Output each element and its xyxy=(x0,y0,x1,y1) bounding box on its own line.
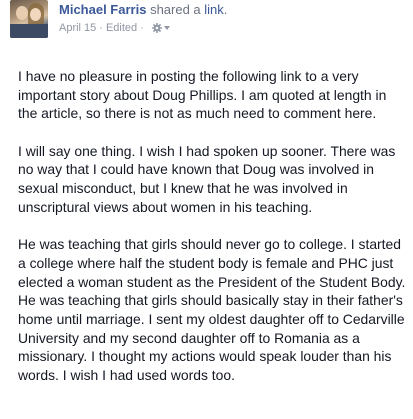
action-text-prefix: shared a xyxy=(150,2,201,17)
avatar-photo-detail xyxy=(30,8,41,21)
shared-link[interactable]: link xyxy=(204,2,224,17)
post-date-link[interactable]: April 15 xyxy=(59,21,96,35)
shared-link-post: Michael Farris shared a link. April 15 ·… xyxy=(0,0,413,419)
meta-separator: · xyxy=(99,22,103,34)
meta-separator: · xyxy=(140,22,144,34)
post-paragraph: He was teaching that girls should never … xyxy=(18,236,406,384)
caret-down-icon[interactable] xyxy=(163,26,170,30)
avatar[interactable] xyxy=(10,0,48,38)
post-paragraph: I will say one thing. I wish I had spoke… xyxy=(18,142,396,215)
post-message: I have no pleasure in posting the follow… xyxy=(18,67,408,403)
author-name-link[interactable]: Michael Farris xyxy=(59,2,146,17)
post-header: Michael Farris shared a link. xyxy=(59,1,227,18)
action-text-suffix: . xyxy=(223,2,228,17)
avatar-photo-detail xyxy=(10,24,48,38)
post-meta: April 15 · Edited · xyxy=(59,21,170,35)
edited-link[interactable]: Edited xyxy=(106,21,137,35)
avatar-photo-detail xyxy=(16,6,28,20)
gear-icon[interactable] xyxy=(151,23,162,33)
post-paragraph: I have no pleasure in posting the follow… xyxy=(18,68,387,122)
